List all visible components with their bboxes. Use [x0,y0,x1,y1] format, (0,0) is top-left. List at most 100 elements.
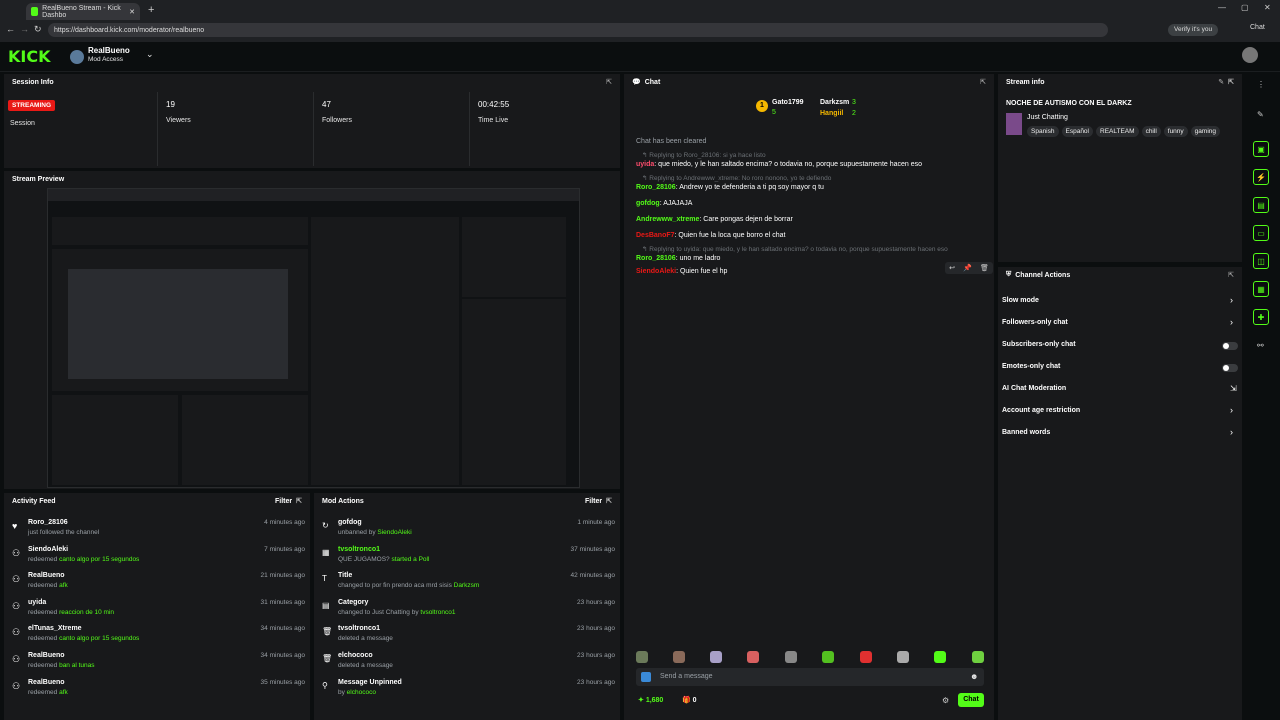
send-chat-button[interactable]: Chat [958,693,984,707]
chat-username[interactable]: SiendoAleki [636,268,676,275]
emote-icon[interactable] [785,651,797,663]
widget-toggle-icon[interactable]: ▣ [1253,141,1269,157]
chevron-right-icon[interactable]: › [1230,405,1233,415]
address-bar[interactable]: https://dashboard.kick.com/moderator/rea… [48,23,1108,37]
forward-icon[interactable]: → [20,24,29,34]
mod-action-icon: ▦ [322,547,330,557]
emote-icon[interactable] [897,651,909,663]
chevron-down-icon[interactable]: ⌄ [146,49,154,60]
mod-user[interactable]: gofdog [338,519,362,526]
mod-who[interactable]: Darkzsm [454,582,480,589]
popout-icon[interactable]: ⇱ [296,497,302,505]
activity-user[interactable]: RealBueno [28,572,65,579]
edit-icon[interactable]: ✎ [1218,78,1224,86]
popout-icon[interactable]: ⇱ [1228,271,1234,279]
mod-who[interactable]: SiendoAleki [377,529,411,536]
gift-count[interactable]: 🎁 0 [682,696,697,704]
filter-button[interactable]: Filter [585,498,602,505]
activity-user[interactable]: SiendoAleki [28,546,68,553]
chat-username[interactable]: DesBanoF7 [636,232,675,239]
external-link-icon[interactable]: ⇲ [1230,384,1237,393]
widget-toggle-icon[interactable]: ⚡ [1253,169,1269,185]
maximize-icon[interactable]: ▢ [1241,3,1249,12]
chevron-right-icon[interactable]: › [1230,427,1233,437]
mod-user[interactable]: Category [338,599,368,606]
activity-type-icon: ⚇ [12,627,21,638]
minimize-icon[interactable]: — [1218,3,1226,12]
activity-user[interactable]: RealBueno [28,652,65,659]
activity-detail: redeemed reaccion de 10 min [28,609,114,616]
channel-points[interactable]: ✦ 1,680 [638,696,663,704]
tag[interactable]: Español [1061,126,1093,137]
more-icon[interactable]: ⋮ [1257,80,1265,89]
new-tab-icon[interactable]: + [148,4,154,16]
emote-icon[interactable] [710,651,722,663]
close-tab-icon[interactable]: ✕ [129,8,135,16]
emote-icon[interactable] [822,651,834,663]
category-name[interactable]: Just Chatting [1027,114,1068,121]
chat-username[interactable]: Roro_28106 [636,255,676,262]
mod-user[interactable]: Message Unpinned [338,679,402,686]
emote-icon[interactable] [972,651,984,663]
activity-user[interactable]: Roro_28106 [28,519,68,526]
mod-user[interactable]: elchococo [338,652,373,659]
back-icon[interactable]: ← [6,24,15,34]
emoji-icon[interactable]: ☻ [970,672,978,681]
close-window-icon[interactable]: ✕ [1264,3,1271,12]
browser-chat-button[interactable]: Chat [1250,24,1265,31]
toggle-switch[interactable] [1222,364,1238,372]
tag[interactable]: gaming [1190,126,1220,137]
emote-icon[interactable] [636,651,648,663]
mod-user[interactable]: Title [338,572,352,579]
mod-detail: by elchococo [338,689,376,696]
chat-username[interactable]: gofdog [636,200,660,207]
widget-toggle-icon[interactable]: ◫ [1253,253,1269,269]
user-avatar[interactable] [1242,47,1258,63]
pin-icon[interactable]: 📌 [963,264,972,272]
chat-username[interactable]: uyida [636,161,654,168]
activity-user[interactable]: uyida [28,599,46,606]
mod-who[interactable]: tvsoltronco1 [420,609,455,616]
share-icon[interactable]: ⚯ [1257,341,1264,350]
tag[interactable]: Spanish [1027,126,1059,137]
mod-user[interactable]: tvsoltronco1 [338,625,380,632]
popout-icon[interactable]: ⇱ [606,78,612,86]
chevron-right-icon[interactable]: › [1230,317,1233,327]
chevron-right-icon[interactable]: › [1230,295,1233,305]
mod-user[interactable]: tvsoltronco1 [338,546,380,553]
filter-button[interactable]: Filter [275,498,292,505]
tag[interactable]: funny [1163,126,1188,137]
chat-text: : Care pongas dejen de borrar [699,216,793,223]
activity-user[interactable]: RealBueno [28,679,65,686]
reply-icon[interactable]: ↩ [949,264,955,272]
reload-icon[interactable]: ↻ [34,24,42,35]
emote-icon[interactable] [860,651,872,663]
emote-icon[interactable] [934,651,946,663]
activity-user[interactable]: elTunas_Xtreme [28,625,82,632]
stream-video[interactable] [47,188,580,488]
chat-input[interactable]: Send a message ☻ [636,668,984,686]
verify-button[interactable]: Verify it's you [1168,24,1219,36]
browser-tab[interactable]: RealBueno Stream - Kick Dashbo ✕ [26,3,140,20]
mod-who[interactable]: elchococo [347,689,376,696]
chat-username[interactable]: Roro_28106 [636,184,676,191]
tag[interactable]: REALTEAM [1096,126,1139,137]
chat-username[interactable]: Andrewww_xtreme [636,216,699,223]
tag[interactable]: chill [1141,126,1161,137]
toggle-switch[interactable] [1222,342,1238,350]
emote-icon[interactable] [747,651,759,663]
widget-toggle-icon[interactable]: ▦ [1253,281,1269,297]
emote-icon[interactable] [673,651,685,663]
delete-icon[interactable]: 🗑 [980,264,989,272]
mod-who[interactable]: started a Poll [391,556,429,563]
widget-toggle-icon[interactable]: ✚ [1253,309,1269,325]
kick-logo[interactable]: KICK [8,47,51,66]
widget-toggle-icon[interactable]: ▤ [1253,197,1269,213]
popout-icon[interactable]: ⇱ [606,497,612,505]
activity-detail: redeemed canto algo por 15 segundos [28,556,139,563]
settings-icon[interactable]: ⚙ [942,696,949,705]
popout-icon[interactable]: ⇱ [1228,78,1234,86]
popout-icon[interactable]: ⇱ [980,78,986,86]
widget-toggle-icon[interactable]: ▭ [1253,225,1269,241]
edit-icon[interactable]: ✎ [1257,110,1264,119]
